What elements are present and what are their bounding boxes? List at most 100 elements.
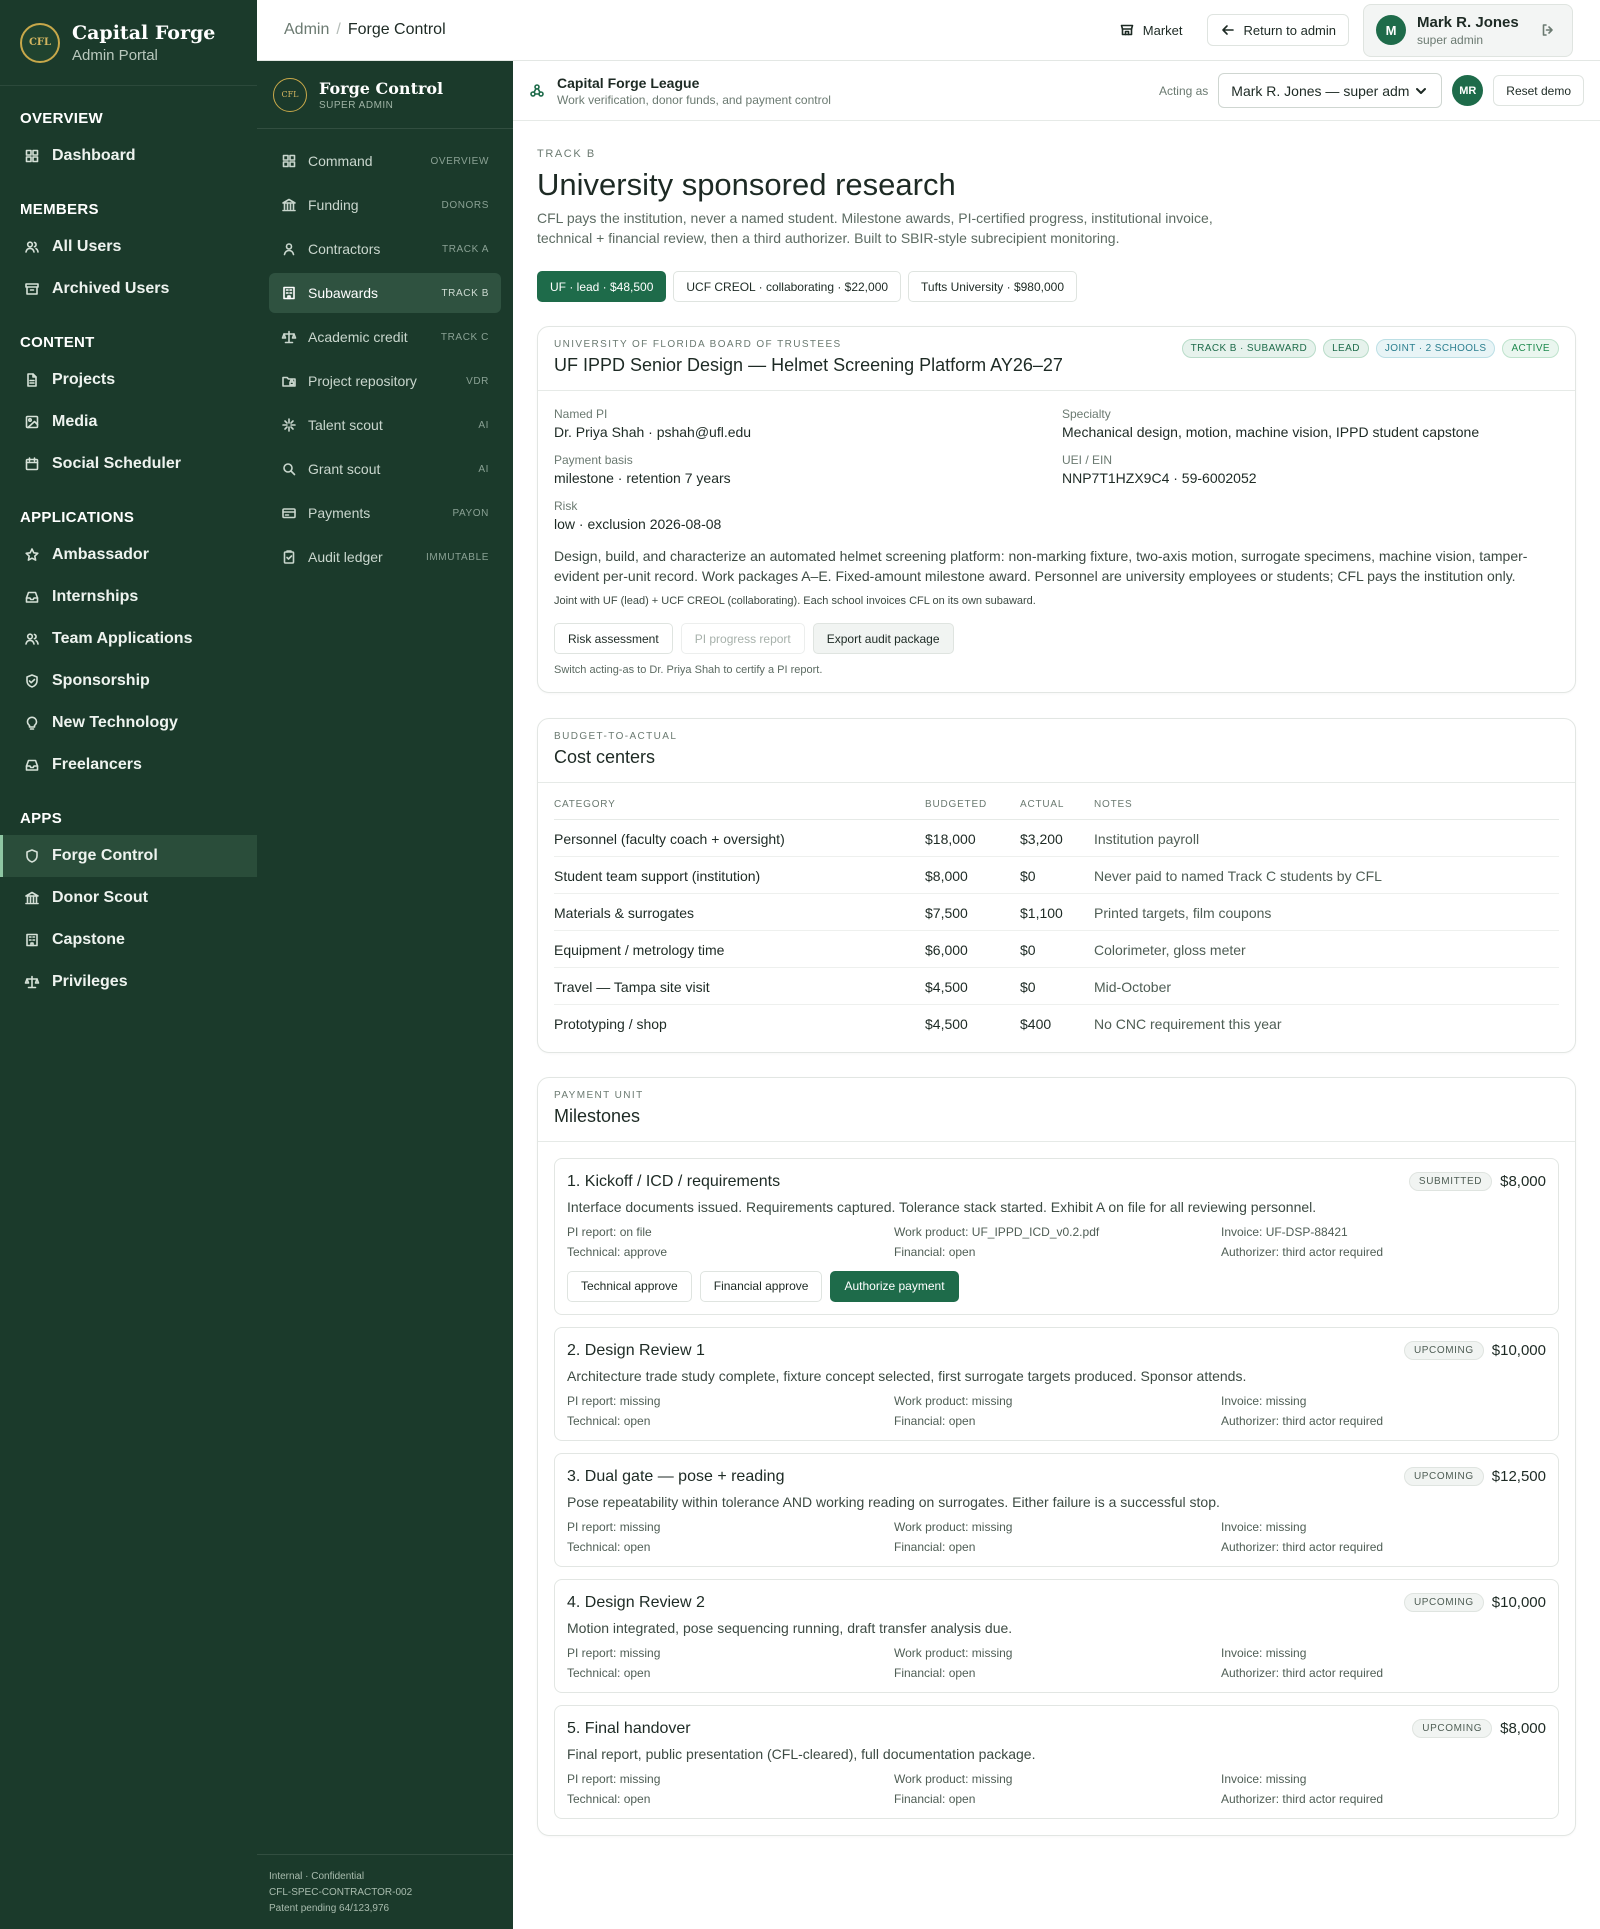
breadcrumb: Admin / Forge Control	[284, 21, 446, 39]
milestone-status-tech: Technical: open	[567, 1539, 651, 1554]
milestone-card: 2. Design Review 1 UPCOMING $10,000 Archite…	[554, 1326, 1559, 1441]
award-description: Design, build, and characterize an autom…	[554, 548, 1528, 584]
sidebar-item-media[interactable]: Media	[0, 401, 257, 443]
sidebar-item-archived-users[interactable]: Archived Users	[0, 268, 257, 310]
authorize-payment-button[interactable]: Authorize payment	[830, 1270, 959, 1302]
sidebar-item-label: Archived Users	[52, 280, 170, 297]
milestone-status-badge: UPCOMING	[1403, 1466, 1484, 1486]
milestone-status-badge: UPCOMING	[1412, 1718, 1493, 1738]
scale-icon	[281, 329, 297, 345]
institution-chip[interactable]: UCF CREOL · collaborating · $22,000	[673, 271, 902, 302]
league-title: Capital Forge League	[557, 74, 700, 91]
admin-brand[interactable]: CFL Capital Forge Admin Portal	[0, 0, 257, 86]
sidebar-item-projects[interactable]: Projects	[0, 359, 257, 401]
institution-chip[interactable]: Tufts University · $980,000	[908, 271, 1077, 302]
sidebar-item-dashboard[interactable]: Dashboard	[0, 135, 257, 177]
sidebar-item-label: Team Applications	[52, 630, 193, 647]
forge-nav-tag: DONORS	[441, 199, 489, 211]
milestone-title: 4. Design Review 2	[567, 1593, 705, 1611]
topbar: Admin / Forge Control Market Return to adm…	[257, 0, 1600, 61]
status-badge: ACTIVE	[1502, 339, 1559, 358]
milestone-description: Pose repeatability within tolerance AND …	[567, 1493, 1220, 1510]
card-icon	[281, 505, 297, 521]
acting-as-select[interactable]: Mark R. Jones — super adm	[1218, 73, 1443, 108]
admin-sidebar: CFL Capital Forge Admin Portal OVERVIEW D…	[0, 0, 257, 1929]
table-cell: Equipment / metrology time	[554, 930, 925, 968]
acting-avatar: MR	[1452, 75, 1484, 106]
table-cell: Printed targets, film coupons	[1094, 893, 1559, 931]
sidebar-item-forge-control[interactable]: Forge Control	[0, 835, 257, 877]
forge-nav-grant-scout[interactable]: Grant scout AI	[269, 449, 501, 489]
milestones-card: PAYMENT UNIT Milestones 1. Kickoff / ICD…	[537, 1076, 1576, 1836]
joint-note: Joint with UF (lead) + UCF CREOL (collab…	[554, 595, 1036, 607]
acting-as-label: Acting as	[1158, 83, 1209, 98]
sidebar-item-privileges[interactable]: Privileges	[0, 961, 257, 1003]
award-field: UEI / EIN NNP7T1HZX9C4 · 59-6002052	[1062, 453, 1559, 486]
forge-nav-payments[interactable]: Payments PAYON	[269, 493, 501, 533]
milestones-title: Milestones	[554, 1105, 641, 1126]
grid-icon	[281, 153, 297, 169]
export-audit-package-button[interactable]: Export audit package	[812, 623, 954, 654]
milestone-title: 2. Design Review 1	[567, 1341, 705, 1359]
milestone-meta: UPCOMING $12,500	[1403, 1466, 1546, 1486]
sidebar-item-team-applications[interactable]: Team Applications	[0, 618, 257, 660]
chevron-down-icon	[1413, 83, 1429, 99]
institution-chip[interactable]: UF · lead · $48,500	[537, 271, 667, 302]
reset-demo-button[interactable]: Reset demo	[1493, 75, 1584, 106]
forge-nav-command[interactable]: Command OVERVIEW	[269, 141, 501, 181]
breadcrumb-current: Forge Control	[347, 21, 446, 38]
milestone-status-auth: Authorizer: third actor required	[1221, 1791, 1384, 1806]
sidebar-item-donor-scout[interactable]: Donor Scout	[0, 877, 257, 919]
breadcrumb-admin[interactable]: Admin	[284, 21, 329, 38]
sidebar-item-label: Social Scheduler	[52, 455, 181, 472]
field-label: Payment basis	[554, 453, 633, 467]
lead-badge: LEAD	[1323, 339, 1369, 358]
nav-section-title: APPS	[20, 810, 63, 827]
risk-assessment-button[interactable]: Risk assessment	[554, 623, 673, 654]
table-cell: $6,000	[925, 930, 1020, 968]
milestone-description: Interface documents issued. Requirements…	[567, 1198, 1317, 1215]
table-cell: $18,000	[925, 819, 1020, 857]
sidebar-item-internships[interactable]: Internships	[0, 576, 257, 618]
sidebar-item-all-users[interactable]: All Users	[0, 226, 257, 268]
forge-nav-funding[interactable]: Funding DONORS	[269, 185, 501, 225]
milestone-amount: $10,000	[1491, 1593, 1546, 1611]
milestone-status-auth: Authorizer: third actor required	[1221, 1244, 1384, 1259]
milestone-status-tech: Technical: open	[567, 1665, 651, 1680]
milestone-status-grid: PI report: missing Work product: missing I…	[567, 1520, 1546, 1554]
forge-nav-contractors[interactable]: Contractors TRACK A	[269, 229, 501, 269]
forge-nav-project-repository[interactable]: Project repository VDR	[269, 361, 501, 401]
technical-approve-button[interactable]: Technical approve	[567, 1270, 692, 1302]
forge-nav-subawards[interactable]: Subawards TRACK B	[269, 273, 501, 313]
sidebar-item-ambassador[interactable]: Ambassador	[0, 534, 257, 576]
forge-nav-tag: TRACK B	[441, 287, 489, 299]
financial-approve-button[interactable]: Financial approve	[699, 1270, 823, 1302]
table-cell: Materials & surrogates	[554, 893, 925, 931]
archive-icon	[24, 281, 40, 297]
table-cell: Travel — Tampa site visit	[554, 967, 925, 1005]
table-row: Materials & surrogates $7,500 $1,100 Printe…	[554, 893, 1559, 931]
table-cell: Colorimeter, gloss meter	[1094, 930, 1559, 968]
milestone-amount: $8,000	[1500, 1719, 1546, 1737]
forge-nav-academic-credit[interactable]: Academic credit TRACK C	[269, 317, 501, 357]
forge-nav-talent-scout[interactable]: Talent scout AI	[269, 405, 501, 445]
context-bar: Capital Forge League Work verification, …	[513, 61, 1600, 121]
pi-progress-report-button[interactable]: PI progress report	[680, 623, 805, 654]
return-label: Return to admin	[1243, 22, 1337, 38]
forge-nav-audit-ledger[interactable]: Audit ledger IMMUTABLE	[269, 537, 501, 577]
sidebar-item-freelancers[interactable]: Freelancers	[0, 744, 257, 786]
sidebar-item-capstone[interactable]: Capstone	[0, 919, 257, 961]
sidebar-item-sponsorship[interactable]: Sponsorship	[0, 660, 257, 702]
market-link[interactable]: Market	[1109, 14, 1193, 46]
user-card[interactable]: M Mark R. Jones super admin	[1363, 3, 1573, 57]
logout-icon[interactable]	[1540, 22, 1556, 38]
milestone-status-auth: Authorizer: third actor required	[1221, 1413, 1384, 1428]
sidebar-item-new-technology[interactable]: New Technology	[0, 702, 257, 744]
admin-nav: OVERVIEW Dashboard MEMBERS All Users Archive…	[0, 110, 257, 1003]
return-to-admin-button[interactable]: Return to admin	[1206, 14, 1349, 46]
forge-brand[interactable]: CFL Forge Control SUPER ADMIN	[257, 61, 513, 129]
milestone-status-badge: SUBMITTED	[1408, 1171, 1493, 1191]
field-value: low · exclusion 2026-08-08	[554, 516, 722, 532]
sidebar-item-social-scheduler[interactable]: Social Scheduler	[0, 443, 257, 485]
forge-title: Forge Control	[319, 78, 444, 98]
